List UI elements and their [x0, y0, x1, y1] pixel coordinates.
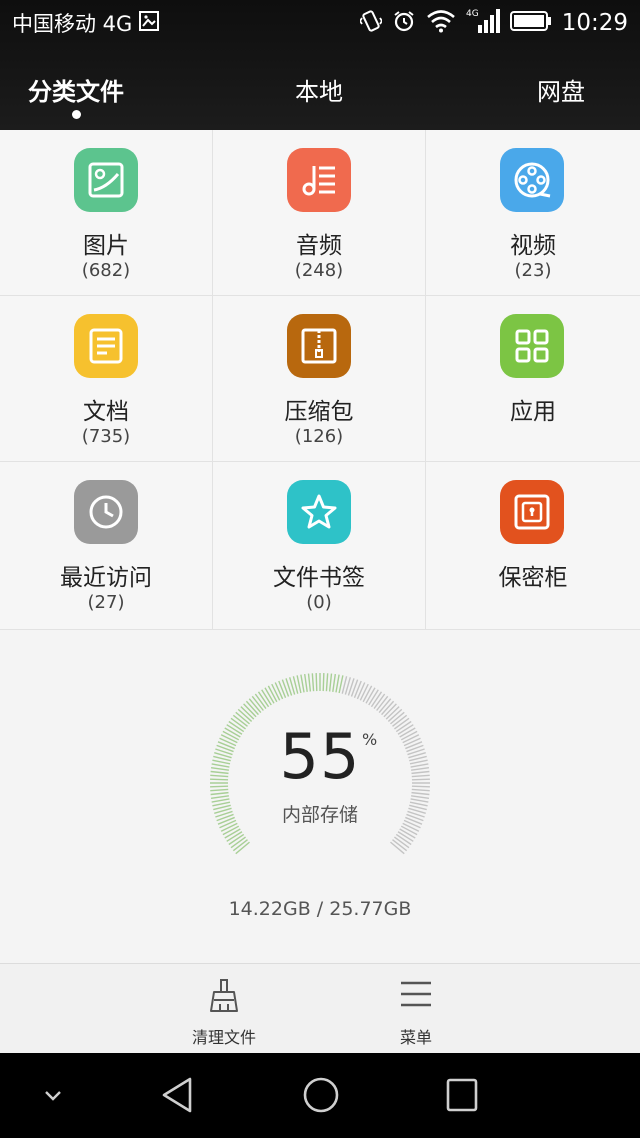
menu-icon — [401, 981, 431, 1007]
category-label: 音频 — [296, 233, 342, 259]
tab-bar: 分类文件 本地 网盘 — [0, 62, 640, 124]
gauge-tick — [328, 673, 333, 692]
gauge-tick — [322, 673, 325, 692]
battery-icon — [509, 10, 552, 36]
status-icons: 4G 10:29 — [358, 6, 628, 40]
category-count: (0) — [306, 592, 332, 613]
gauge-tick — [271, 683, 281, 701]
tab-local[interactable]: 本地 — [295, 72, 343, 107]
bottom-toolbar: 清理文件 菜单 — [0, 963, 640, 1054]
svg-text:4G: 4G — [466, 9, 479, 19]
category-count: (27) — [87, 592, 125, 613]
category-safe[interactable]: 保密柜 — [426, 462, 640, 630]
home-icon[interactable] — [301, 1075, 341, 1119]
clock-icon — [74, 480, 138, 544]
gauge-tick — [411, 795, 430, 800]
gauge-tick — [356, 682, 366, 700]
category-count: (735) — [81, 426, 131, 447]
navigation-bar — [0, 1053, 640, 1138]
category-archives[interactable]: 压缩包 (126) — [213, 296, 426, 462]
storage-panel[interactable]: 55 % 内部存储 14.22GB / 25.77GB — [0, 630, 640, 963]
gauge-tick — [267, 685, 278, 703]
category-recent[interactable]: 最近访问 (27) — [0, 462, 213, 630]
vibrate-icon — [358, 8, 383, 38]
gauge-tick — [274, 682, 284, 700]
gauge-tick — [296, 675, 302, 694]
gauge-tick — [335, 674, 340, 693]
menu-label: 菜单 — [399, 1028, 432, 1047]
gauge-tick — [400, 825, 418, 836]
gauge-tick — [307, 673, 312, 692]
top-header: 中国移动 4G 4G 10:29 分类文件 本地 网盘 — [0, 0, 640, 130]
clean-files-button[interactable]: 清理文件 — [164, 964, 284, 1054]
category-count: (23) — [514, 260, 552, 281]
gauge-tick — [359, 683, 369, 701]
zip-icon — [287, 314, 351, 378]
storage-percent: 55 — [279, 720, 361, 793]
category-label: 图片 — [83, 233, 129, 259]
gauge-tick — [338, 675, 344, 694]
recents-icon[interactable] — [444, 1075, 480, 1119]
category-label: 应用 — [510, 399, 556, 425]
image-notification-icon — [138, 10, 160, 37]
gauge-tick — [332, 673, 337, 692]
gauge-tick — [362, 685, 373, 703]
gauge-tick — [311, 673, 315, 692]
category-count: (126) — [294, 426, 344, 447]
category-video[interactable]: 视频 (23) — [426, 130, 640, 296]
category-bookmarks[interactable]: 文件书签 (0) — [213, 462, 426, 630]
storage-size: 14.22GB / 25.77GB — [228, 898, 412, 920]
tab-categories[interactable]: 分类文件 — [28, 72, 124, 107]
category-label: 最近访问 — [60, 565, 152, 591]
wifi-icon — [426, 9, 456, 37]
gauge-tick — [300, 674, 305, 693]
category-images[interactable]: 图片 (682) — [0, 130, 213, 296]
signal-4g-icon: 4G — [466, 7, 500, 39]
safe-icon — [500, 480, 564, 544]
percent-sign: % — [362, 730, 378, 749]
apps-grid-icon — [500, 314, 564, 378]
music-icon — [287, 148, 351, 212]
category-documents[interactable]: 文档 (735) — [0, 296, 213, 462]
category-audio[interactable]: 音频 (248) — [213, 130, 426, 296]
carrier-label: 中国移动 4G — [12, 12, 133, 36]
gauge-tick — [222, 825, 240, 836]
status-bar: 中国移动 4G 4G 10:29 — [0, 0, 640, 46]
collapse-icon[interactable] — [40, 1083, 66, 1113]
category-grid: 图片 (682) 音频 (248) 视频 (23) 文档 (735) 压缩包 (… — [0, 130, 640, 630]
menu-button[interactable]: 菜单 — [356, 964, 476, 1054]
category-count: (248) — [294, 260, 344, 281]
back-icon[interactable] — [160, 1075, 196, 1119]
document-icon — [74, 314, 138, 378]
film-icon — [500, 148, 564, 212]
clean-files-label: 清理文件 — [191, 1028, 256, 1047]
gauge-tick — [325, 673, 329, 692]
category-count: (682) — [81, 260, 131, 281]
broom-icon — [210, 979, 238, 1012]
gauge-tick — [303, 673, 308, 692]
category-apps[interactable]: 应用 — [426, 296, 640, 462]
storage-label: 内部存储 — [281, 804, 358, 826]
active-tab-indicator — [72, 110, 81, 119]
image-icon — [74, 148, 138, 212]
category-label: 文件书签 — [273, 565, 365, 591]
category-label: 保密柜 — [498, 565, 568, 591]
alarm-icon — [392, 9, 416, 37]
star-icon — [287, 480, 351, 544]
gauge-tick — [315, 673, 318, 692]
clock: 10:29 — [561, 10, 628, 36]
gauge-tick — [210, 795, 229, 800]
category-label: 视频 — [510, 233, 556, 259]
tab-cloud[interactable]: 网盘 — [537, 72, 585, 107]
carrier-info: 中国移动 4G — [12, 8, 160, 38]
category-label: 压缩包 — [284, 399, 354, 425]
category-label: 文档 — [83, 399, 129, 425]
